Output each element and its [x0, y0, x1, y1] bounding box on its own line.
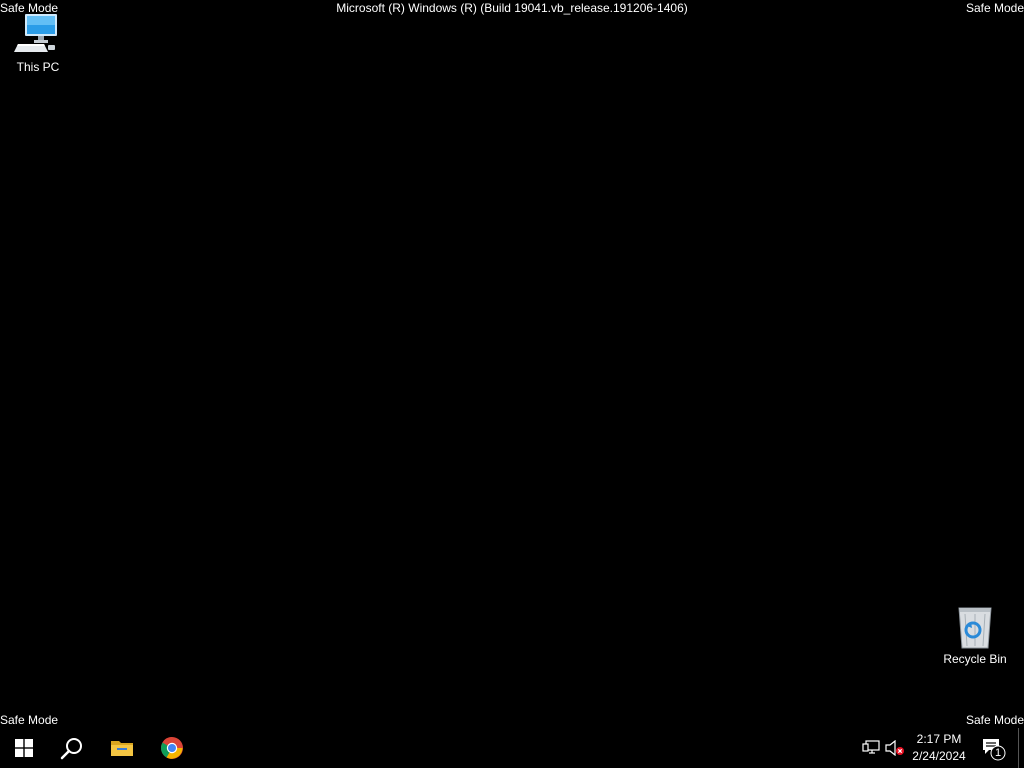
- desktop-icon-this-pc[interactable]: This PC: [0, 10, 76, 74]
- taskbar-clock[interactable]: 2:17 PM 2/24/2024: [905, 731, 973, 765]
- safe-mode-label-top-right: Safe Mode: [965, 1, 1024, 15]
- search-icon: [60, 738, 82, 760]
- start-button[interactable]: [0, 728, 48, 768]
- desktop[interactable]: Safe Mode Safe Mode Safe Mode Safe Mode …: [0, 0, 1024, 728]
- desktop-icon-label: Recycle Bin: [943, 652, 1007, 666]
- search-button[interactable]: [48, 728, 96, 768]
- folder-icon: [111, 741, 133, 756]
- safe-mode-label-bottom-right: Safe Mode: [965, 713, 1024, 727]
- clock-date: 2/24/2024: [912, 749, 966, 763]
- desktop-icon-recycle-bin[interactable]: Recycle Bin: [937, 602, 1013, 666]
- desktop-icon-label: This PC: [16, 60, 60, 74]
- windows-logo-icon: [15, 739, 33, 757]
- volume-muted-icon: [885, 740, 904, 756]
- volume-tray-button[interactable]: [885, 738, 905, 758]
- taskbar: 2:17 PM 2/24/2024 1: [0, 728, 1024, 768]
- recycle-bin-icon: [951, 602, 999, 650]
- show-desktop-button[interactable]: [1018, 728, 1024, 768]
- chrome-icon: [161, 737, 183, 759]
- clock-time: 2:17 PM: [916, 732, 962, 746]
- action-center-button[interactable]: 1: [980, 736, 1008, 762]
- network-tray-button[interactable]: [861, 738, 881, 758]
- file-explorer-button[interactable]: [98, 728, 146, 768]
- network-icon: [862, 740, 880, 754]
- windows-build-label: Microsoft (R) Windows (R) (Build 19041.v…: [336, 1, 688, 15]
- notification-count-badge: 1: [994, 747, 1002, 759]
- safe-mode-label-bottom-left: Safe Mode: [0, 713, 59, 727]
- this-pc-icon: [14, 10, 62, 58]
- chrome-button[interactable]: [148, 728, 196, 768]
